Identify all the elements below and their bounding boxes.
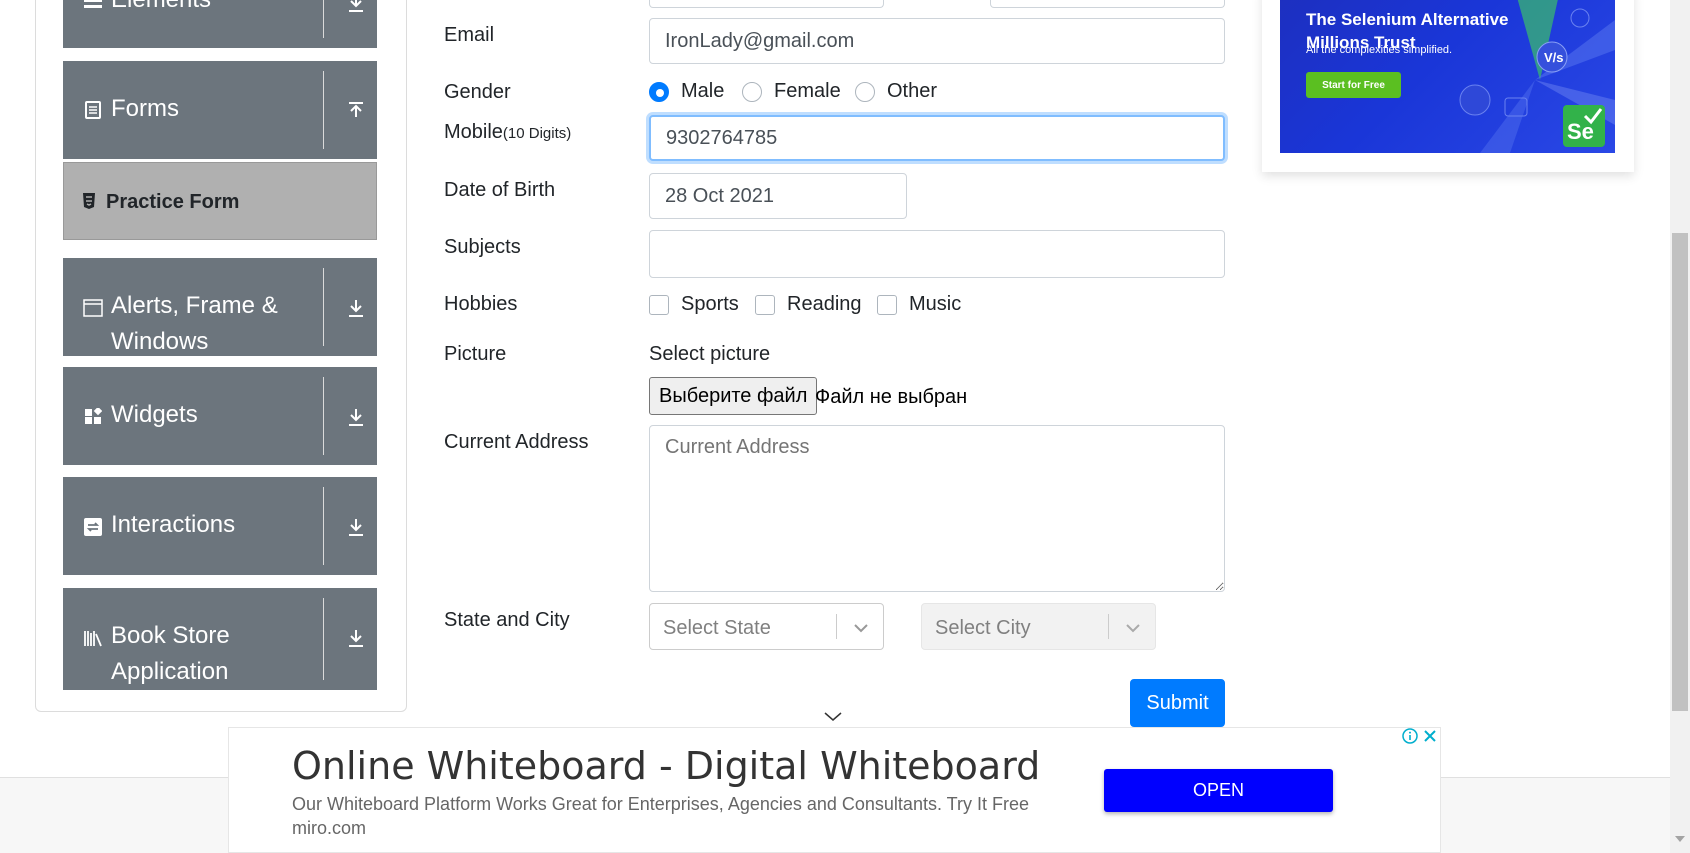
checkbox[interactable] <box>755 294 775 315</box>
state-placeholder: Select State <box>663 617 771 639</box>
hobby-checkbox-music[interactable]: Music <box>877 293 961 316</box>
gender-radio-female[interactable]: Female <box>742 80 841 103</box>
checkbox-label: Reading <box>787 293 862 315</box>
ad-start-button[interactable]: Start for Free <box>1306 72 1401 98</box>
current-address-field[interactable] <box>649 425 1225 592</box>
sidebar-group-widgets[interactable]: Widgets <box>63 367 377 465</box>
html-file-icon <box>82 192 96 215</box>
divider <box>323 598 324 680</box>
picture-hint: Select picture <box>649 343 771 365</box>
divider <box>323 0 324 38</box>
widgets-icon <box>83 407 103 427</box>
sidebar-group-title: Forms <box>111 95 179 122</box>
date-of-birth-field[interactable] <box>649 173 907 219</box>
sidebar-item-label: Practice Form <box>106 191 240 213</box>
checkbox-label: Music <box>909 293 962 315</box>
document-icon <box>83 100 103 120</box>
chevron-down-icon <box>823 709 843 725</box>
divider <box>323 71 324 149</box>
sidebar-group-title: Alerts, Frame & Windows <box>111 292 278 355</box>
city-placeholder: Select City <box>935 617 1031 639</box>
selenium-logo: Se <box>1563 105 1605 147</box>
sidebar-group-alerts-frame-windows[interactable]: Alerts, Frame & Windows <box>63 258 377 356</box>
ad-close-icon[interactable] <box>1420 726 1440 746</box>
scroll-down-arrow-icon[interactable] <box>1674 834 1686 844</box>
interactions-icon <box>83 517 103 537</box>
ad-info-icon[interactable] <box>1400 726 1420 746</box>
banner-description: Our Whiteboard Platform Works Great for … <box>292 794 1029 838</box>
hobby-checkbox-sports[interactable]: Sports <box>649 293 739 316</box>
mobile-label: Mobile(10 Digits) <box>444 121 571 144</box>
radio-label: Other <box>887 80 938 102</box>
window-icon <box>83 298 103 318</box>
subjects-label: Subjects <box>444 236 521 258</box>
name-field-partial[interactable] <box>649 0 884 8</box>
download-arrow-icon <box>343 514 369 540</box>
divider <box>323 487 324 565</box>
download-arrow-icon <box>343 625 369 651</box>
sidebar-group-forms[interactable]: Forms <box>63 61 377 159</box>
check-icon <box>1583 108 1603 125</box>
banner-ad[interactable]: Online Whiteboard - Digital Whiteboard O… <box>228 727 1441 853</box>
sidebar-group-book-store[interactable]: Book Store Application <box>63 588 377 690</box>
email-field[interactable] <box>649 18 1225 64</box>
radio-label: Male <box>681 80 725 102</box>
state-select[interactable]: Select State <box>649 603 884 650</box>
divider <box>323 377 324 455</box>
mobile-label-text: Mobile <box>444 121 503 143</box>
scrollbar-thumb[interactable] <box>1672 233 1688 711</box>
checkbox[interactable] <box>877 294 897 315</box>
ad-subline: All the complexities simplified. <box>1306 44 1453 56</box>
file-status: Файл не выбран <box>815 386 968 408</box>
gender-radio-other[interactable]: Other <box>855 80 937 103</box>
current-address-label: Current Address <box>444 431 589 453</box>
download-arrow-icon <box>343 0 369 16</box>
mobile-field[interactable] <box>649 115 1225 161</box>
banner-open-button[interactable]: OPEN <box>1104 769 1333 812</box>
download-arrow-icon <box>343 295 369 321</box>
dob-label: Date of Birth <box>444 179 556 201</box>
sidebar-group-elements[interactable]: Elements <box>63 0 377 48</box>
divider <box>1108 614 1109 639</box>
checkbox-label: Sports <box>681 293 739 315</box>
mobile-hint: (10 Digits) <box>502 125 572 142</box>
email-label: Email <box>444 24 495 46</box>
gender-label: Gender <box>444 81 511 103</box>
sidebar-group-title: Interactions <box>111 511 236 538</box>
picture-label: Picture <box>444 343 507 365</box>
sidebar-item-practice-form[interactable]: Practice Form <box>63 162 377 240</box>
banner-title[interactable]: Online Whiteboard - Digital Whiteboard <box>292 744 1040 788</box>
sidebar-group-interactions[interactable]: Interactions <box>63 477 377 575</box>
divider <box>323 268 324 346</box>
hobbies-label: Hobbies <box>444 293 518 315</box>
chevron-down-icon[interactable] <box>1121 616 1145 640</box>
state-city-label: State and City <box>444 609 570 631</box>
gender-radio-male[interactable]: Male <box>649 80 724 103</box>
sidebar-group-title: Widgets <box>111 401 198 428</box>
radio-label: Female <box>774 80 841 102</box>
divider <box>836 614 837 639</box>
chevron-down-icon[interactable] <box>849 616 873 640</box>
hobby-checkbox-reading[interactable]: Reading <box>755 293 862 316</box>
subjects-field[interactable] <box>649 230 1225 278</box>
svg-text:V/s: V/s <box>1544 50 1564 65</box>
checkbox[interactable] <box>649 294 669 315</box>
radio-button[interactable] <box>649 81 669 102</box>
choose-file-button[interactable]: Выберите файл <box>649 377 818 415</box>
city-select[interactable]: Select City <box>921 603 1156 650</box>
radio-button[interactable] <box>855 81 875 102</box>
download-arrow-icon <box>343 404 369 430</box>
upload-arrow-icon <box>343 98 369 124</box>
submit-button[interactable]: Submit <box>1130 679 1225 727</box>
side-ad[interactable]: V/s The Selenium Alternative Millions Tr… <box>1280 0 1615 153</box>
radio-button[interactable] <box>742 81 762 102</box>
books-icon <box>83 628 103 648</box>
sidebar-group-title: Book Store Application <box>111 622 230 685</box>
list-icon <box>83 0 103 10</box>
last-name-field-partial[interactable] <box>990 0 1225 8</box>
sidebar-group-title: Elements <box>111 0 301 18</box>
